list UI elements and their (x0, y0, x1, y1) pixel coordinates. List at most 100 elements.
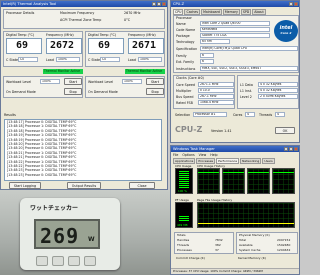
cpu-history-graph-3 (272, 168, 295, 194)
core-speed-label: Core Speed (176, 83, 196, 87)
package-label: Package (176, 34, 190, 38)
technology-label: Technology (176, 40, 195, 44)
task-manager-title-bar[interactable]: Windows Task Manager (171, 146, 299, 152)
selection-dropdown[interactable]: Processor #1 (193, 112, 227, 117)
l1-inst-value: 4 x 32 KBytes (260, 88, 282, 92)
cpu0-freq-value: 2672 (50, 40, 75, 51)
cpu0-load-value: 100% (58, 57, 67, 61)
acpi-temp-label: ACPI Thermal Zone Temp (60, 18, 102, 22)
tab-users[interactable]: Users (262, 158, 275, 164)
minimize-icon[interactable] (289, 2, 293, 6)
close-icon[interactable] (162, 2, 166, 6)
close-button[interactable]: Close (129, 182, 155, 189)
menu-help[interactable]: Help (210, 153, 217, 157)
cores-label: Cores (233, 113, 243, 117)
technology-field: 65 nm (200, 39, 230, 44)
minimize-icon[interactable] (152, 2, 156, 6)
cpu1-temp-value: 69 (98, 40, 111, 51)
start-button[interactable]: Start (64, 78, 82, 85)
selection-value: Processor #1 (195, 112, 216, 116)
output-results-button[interactable]: Output Results (67, 182, 101, 189)
instructions-value: MMX, SSE, SSE2, SSE3, SSSE3, EM64T (202, 66, 262, 70)
workload-level-value-1: 100% (124, 79, 133, 83)
l1-data-value: 4 x 32 KBytes (260, 82, 282, 86)
package-field: Socket 775 LGA (200, 33, 270, 38)
physical-memory-label: Physical Memory (K) (239, 233, 270, 237)
cpu-history-graph-2 (247, 168, 270, 194)
task-manager-title: Windows Task Manager (173, 147, 215, 151)
on-demand-mode-label: On Demand Mode (6, 90, 36, 94)
acpi-temp-value: 0°C (124, 18, 131, 22)
cores-field: 4 (245, 112, 255, 117)
cpu-history-graph-0 (197, 168, 220, 194)
workload-controls-0: Workload Level 100% Start On Demand Mode… (3, 76, 83, 98)
minimize-icon[interactable] (284, 147, 288, 151)
watt-checker-brand: ワットチェッカー (30, 205, 79, 212)
cpu1-freq-label: Frequency (MHz) (128, 33, 156, 37)
rated-fsb-value: 1068.4 MHz (200, 100, 219, 104)
stop-button[interactable]: Stop (64, 88, 82, 95)
results-label: Results (4, 113, 16, 117)
start-button-1[interactable]: Start (146, 78, 164, 85)
bus-speed-label: Bus Speed (176, 95, 194, 99)
maximize-icon[interactable] (157, 2, 161, 6)
window-title: Intel(R) Thermal Analysis Tool (3, 2, 57, 6)
status-text: Processes: 37 CPU Usage: 100% Commit Cha… (173, 269, 263, 273)
family-field: 6 (200, 53, 214, 58)
multiplier-value: x 10.0 (200, 88, 210, 92)
start-logging-button[interactable]: Start Logging (9, 182, 41, 189)
cpu0-panel: Digital Temp (°C) Frequency (MHz) 69 267… (3, 31, 83, 67)
handles-label: Handles (177, 238, 190, 242)
workload-level-select-1[interactable]: 100% (122, 79, 142, 84)
cpu1-freq-value: 2671 (132, 40, 157, 51)
menu-file[interactable]: File (173, 153, 178, 157)
threads-label: Threads (259, 113, 273, 117)
core-speed-value: 2671.1 MHz (200, 82, 219, 86)
cpu0-cstate-field: C0 (18, 57, 38, 62)
name-value: Intel Core 2 Quad Q6700 (202, 21, 241, 25)
cpu-usage-bar (179, 171, 189, 188)
multiplier-field: x 10.0 (198, 88, 234, 93)
maximize-icon[interactable] (289, 147, 293, 151)
tab-networking[interactable]: Networking (240, 158, 262, 164)
name-field: Intel Core 2 Quad Q6700 (200, 21, 270, 26)
cpu0-freq-label: Frequency (MHz) (46, 33, 74, 37)
cpu1-panel: Digital Temp (°C) Frequency (MHz) 69 267… (85, 31, 165, 67)
pf-usage-meter: 449 MB (175, 202, 193, 228)
cpu0-cstate-value: C0 (20, 57, 25, 61)
l1-data-label: L1 Data (240, 83, 253, 87)
cpuz-title-bar[interactable]: CPU-Z (171, 1, 299, 7)
cpu0-temp-value: 69 (16, 40, 29, 51)
code-name-field: Kentsfield (200, 27, 270, 32)
instructions-field: MMX, SSE, SSE2, SSE3, SSSE3, EM64T (200, 66, 298, 71)
close-icon[interactable] (294, 2, 298, 6)
cpu1-cstate-value: C0 (102, 57, 107, 61)
l1-inst-field: 4 x 32 KBytes (258, 88, 298, 93)
ok-button[interactable]: OK (275, 127, 295, 134)
system-cache-label: System Cache (239, 248, 261, 252)
thermal-title-bar[interactable]: Intel(R) Thermal Analysis Tool (1, 1, 167, 7)
cpu-history-graph-1 (222, 168, 245, 194)
threads-label: Threads (177, 243, 190, 247)
system-cache-value: 1204632 (277, 248, 291, 252)
cpu1-cstate-field: C0 (100, 57, 120, 62)
close-icon[interactable] (294, 147, 298, 151)
rated-fsb-label: Rated FSB (176, 101, 193, 105)
stop-button-1[interactable]: Stop (146, 88, 164, 95)
cpu1-cstate-label: C State (88, 58, 101, 62)
cpu0-cstate-label: C State (6, 58, 19, 62)
workload-level-select[interactable]: 100% (40, 79, 60, 84)
clocks-group-label: Clocks (Core #0) (176, 76, 204, 80)
menu-view[interactable]: View (199, 153, 207, 157)
pf-usage-bar (179, 216, 189, 222)
menu-options[interactable]: Options (182, 153, 194, 157)
task-manager-menu: File Options View Help (173, 153, 218, 157)
bus-speed-field: 267.1 MHz (198, 94, 234, 99)
cpu-usage-value: 100 % (178, 189, 187, 193)
workload-controls-1: Workload Level 100% Start On Demand Mode… (85, 76, 165, 98)
thermal-monitor-status-0: Thermal Monitor Active (43, 69, 83, 74)
processor-details-label: Processor Details (6, 11, 35, 15)
threads-value: 382 (215, 243, 221, 247)
l1-inst-label: L1 Inst. (240, 89, 253, 93)
results-log[interactable]: [13:48:17] Processor 0: DIGITAL TEMP 69°… (4, 119, 162, 181)
